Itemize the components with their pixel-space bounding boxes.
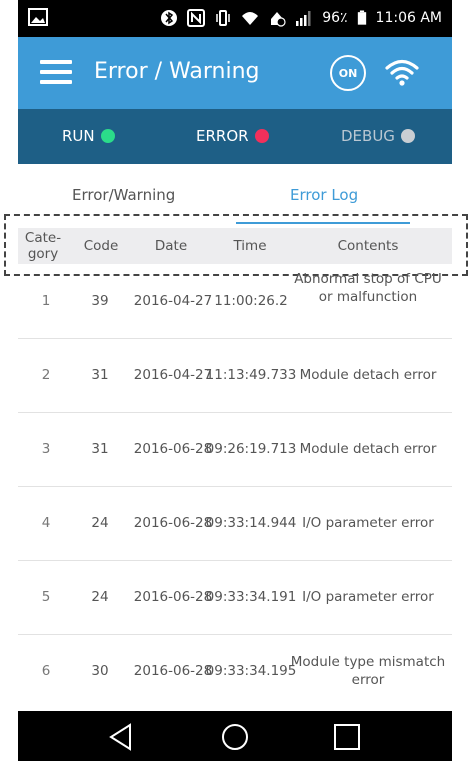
debug-label: DEBUG	[341, 127, 395, 145]
page-title: Error / Warning	[94, 59, 260, 84]
battery-icon	[357, 10, 366, 25]
run-label: RUN	[62, 127, 95, 145]
cell-category: 1	[41, 293, 51, 309]
screen: 96٪ 11:06 AM Error / Warning ON RUN ERRO	[0, 0, 470, 761]
recent-apps-icon[interactable]	[332, 722, 362, 752]
debug-status-dot	[400, 129, 415, 143]
connection-on-button[interactable]: ON	[330, 55, 366, 91]
cell-contents: I/O parameter error	[302, 589, 434, 605]
table-row[interactable]: 1 39 2016-04-27 11:00:26.2 Abnormal stop…	[18, 264, 452, 339]
status-bar: 96٪ 11:06 AM	[18, 0, 452, 37]
app-bar: Error / Warning ON	[18, 37, 452, 109]
error-indicator: ERROR	[196, 127, 269, 145]
table-row[interactable]: 5 24 2016-06-28 09:33:34.191 I/O paramet…	[18, 560, 452, 635]
error-label: ERROR	[196, 127, 249, 145]
run-indicator: RUN	[62, 127, 115, 145]
system-nav-bar	[18, 711, 452, 761]
header-category: Cate-gory	[24, 230, 62, 262]
clock: 11:06 AM	[375, 10, 442, 26]
cell-time: 09:33:14.944	[205, 515, 297, 531]
header-contents: Contents	[337, 238, 399, 254]
cell-code: 39	[91, 293, 109, 309]
cell-category: 3	[41, 441, 51, 457]
vibrate-icon	[216, 10, 230, 26]
tab-error-log[interactable]: Error Log	[290, 186, 358, 204]
table-row[interactable]: 4 24 2016-06-28 09:33:14.944 I/O paramet…	[18, 486, 452, 561]
data-saver-icon	[271, 12, 286, 27]
battery-percent: 96٪	[322, 10, 348, 26]
cell-code: 24	[91, 515, 109, 531]
cell-category: 4	[41, 515, 51, 531]
plc-state-bar: RUN ERROR DEBUG	[18, 109, 452, 164]
table-header: Cate-gory Code Date Time Contents	[18, 228, 452, 264]
debug-indicator: DEBUG	[341, 127, 415, 145]
cell-date: 2016-04-27	[133, 367, 213, 383]
tab-error-warning[interactable]: Error/Warning	[72, 186, 175, 204]
nfc-icon	[187, 9, 206, 27]
cell-date: 2016-06-28	[133, 441, 213, 457]
cell-code: 31	[91, 441, 109, 457]
cell-time: 11:13:49.733	[205, 367, 297, 383]
menu-icon[interactable]	[40, 60, 72, 85]
table-row[interactable]: 6 30 2016-06-28 09:33:34.195 Module type…	[18, 634, 452, 708]
phone-screen: 96٪ 11:06 AM Error / Warning ON RUN ERRO	[4, 0, 468, 761]
tab-bar: Error/Warning Error Log	[18, 164, 452, 226]
cell-contents: Module detach error	[299, 367, 437, 383]
cell-contents: Abnormal stop of CPU or malfunction	[294, 271, 442, 305]
cell-contents: I/O parameter error	[302, 515, 434, 531]
signal-icon	[296, 11, 311, 26]
header-time: Time	[233, 238, 267, 254]
cell-category: 6	[41, 663, 51, 679]
cell-date: 2016-06-28	[133, 515, 213, 531]
header-date: Date	[154, 238, 188, 254]
active-tab-indicator	[236, 222, 410, 224]
wifi-icon[interactable]	[384, 57, 420, 87]
header-code: Code	[83, 238, 119, 254]
cell-time: 09:33:34.195	[205, 663, 297, 679]
run-status-dot	[100, 129, 115, 143]
cell-date: 2016-06-28	[133, 589, 213, 605]
bluetooth-icon	[161, 10, 178, 26]
cell-date: 2016-04-27	[133, 293, 213, 309]
gallery-icon	[28, 8, 48, 26]
error-status-dot	[254, 129, 269, 143]
wifi-status-icon	[242, 12, 259, 25]
cell-time: 09:26:19.713	[205, 441, 297, 457]
back-icon[interactable]	[106, 722, 136, 752]
cell-date: 2016-06-28	[133, 663, 213, 679]
cell-category: 5	[41, 589, 51, 605]
cell-contents: Module type mismatch error	[290, 654, 446, 688]
cell-code: 24	[91, 589, 109, 605]
cell-time: 09:33:34.191	[205, 589, 297, 605]
cell-contents: Module detach error	[299, 441, 437, 457]
home-icon[interactable]	[220, 722, 250, 752]
cell-code: 30	[91, 663, 109, 679]
cell-category: 2	[41, 367, 51, 383]
table-row[interactable]: 3 31 2016-06-28 09:26:19.713 Module deta…	[18, 412, 452, 487]
table-row[interactable]: 2 31 2016-04-27 11:13:49.733 Module deta…	[18, 338, 452, 413]
cell-code: 31	[91, 367, 109, 383]
cell-time: 11:00:26.2	[214, 293, 288, 309]
